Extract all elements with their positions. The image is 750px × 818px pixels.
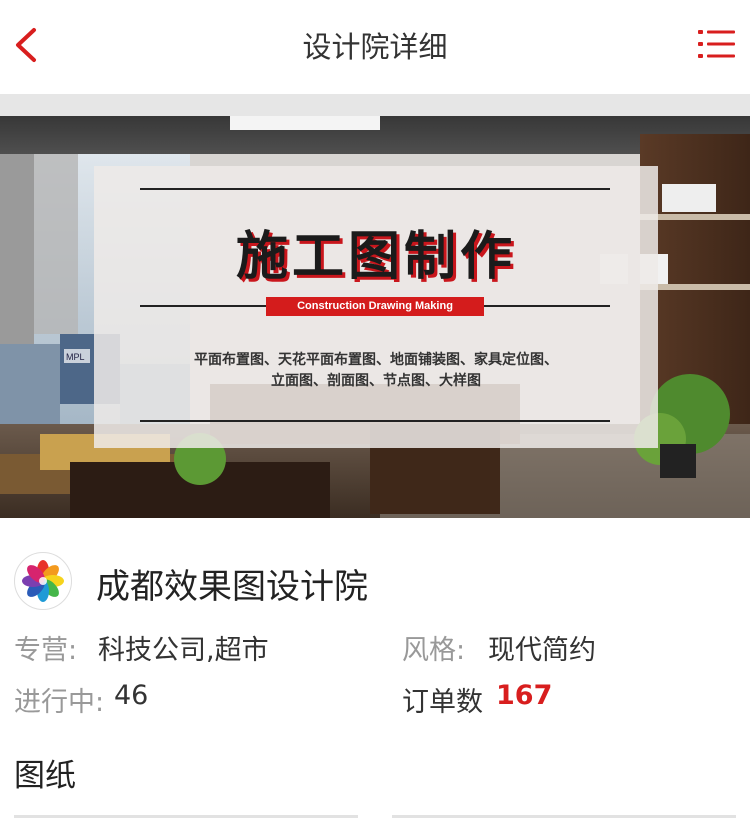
- divider: [140, 188, 610, 190]
- divider: [140, 420, 610, 422]
- orders-label: 订单数: [402, 687, 483, 718]
- banner-heading: 施工图制作: [235, 226, 516, 287]
- drawings-section-title: 图纸: [14, 758, 76, 794]
- banner-description-line-1: 平面布置图、天花平面布置图、地面铺装图、家具定位图、: [194, 352, 558, 368]
- specialty-label: 专营:: [14, 635, 78, 666]
- style-label: 风格:: [402, 635, 466, 666]
- banner-description-line-2: 立面图、剖面图、节点图、大样图: [271, 373, 481, 389]
- firm-logo: [14, 552, 72, 610]
- specialty-value: 科技公司,超市: [98, 635, 269, 666]
- banner-text-panel: 施工图制作 Construction Drawing Making 平面布置图、…: [94, 166, 658, 448]
- building-sign-text: MPL: [66, 352, 85, 362]
- banner-image[interactable]: MPL 施工图制作 Construction Drawing Making 平面…: [0, 94, 750, 518]
- list-menu-icon: [698, 30, 735, 58]
- in-progress-count: 46: [114, 680, 149, 711]
- page-title: 设计院详细: [302, 30, 448, 64]
- top-bar: 设计院详细: [0, 0, 750, 92]
- in-progress-label: 进行中:: [14, 687, 105, 718]
- banner-subheading: Construction Drawing Making: [266, 297, 484, 316]
- menu-button[interactable]: [698, 26, 738, 62]
- orders-count: 167: [496, 680, 553, 711]
- style-value: 现代简约: [488, 635, 596, 666]
- firm-name: 成都效果图设计院: [96, 567, 368, 607]
- flower-logo-icon: [22, 560, 64, 602]
